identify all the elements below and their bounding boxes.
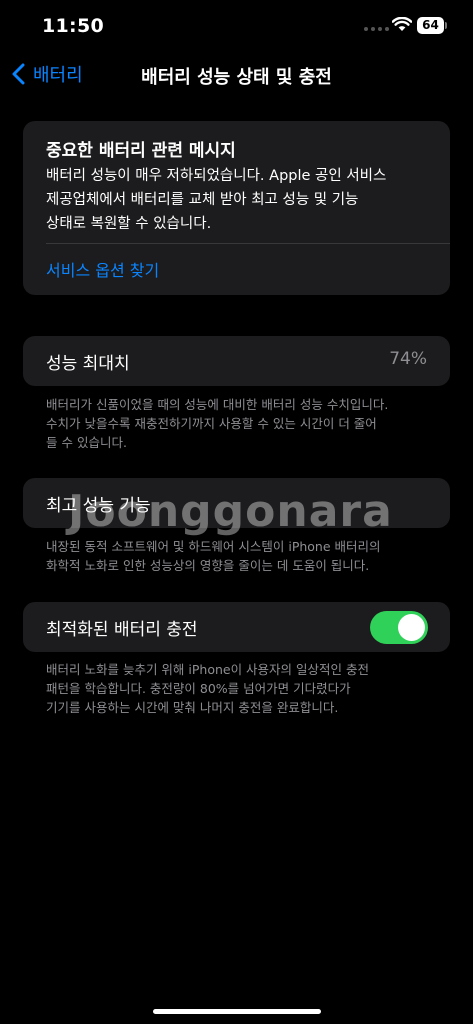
page-title: 배터리 성능 상태 및 충전 xyxy=(141,67,332,88)
cellular-signal-icon xyxy=(364,27,389,31)
optimized-charging-footnote: 배터리 노화를 늦추기 위해 iPhone이 사용자의 일상적인 충전 패턴을 … xyxy=(46,662,370,715)
message-title: 중요한 배터리 관련 메시지 xyxy=(46,141,236,161)
battery-cap xyxy=(445,22,447,29)
navigation-bar: 배터리 배터리 성능 상태 및 충전 xyxy=(0,56,473,96)
maximum-capacity-value: 74% xyxy=(389,349,427,369)
maximum-capacity-row: 성능 최대치 74% xyxy=(23,336,450,386)
battery-message-card: 중요한 배터리 관련 메시지 배터리 성능이 매우 저하되었습니다. Apple… xyxy=(23,121,450,295)
status-time: 11:50 xyxy=(42,15,104,37)
home-indicator[interactable] xyxy=(153,1009,321,1014)
peak-performance-footnote: 내장된 동적 소프트웨어 및 하드웨어 시스템이 iPhone 배터리의 화학적… xyxy=(46,539,381,573)
maximum-capacity-footnote: 배터리가 신품이었을 때의 성능에 대비한 배터리 성능 수치입니다. 수치가 … xyxy=(46,397,389,450)
status-bar: 11:50 64 xyxy=(0,0,473,50)
find-service-options-link[interactable]: 서비스 옵션 찾기 xyxy=(46,257,159,281)
wifi-icon xyxy=(392,17,412,31)
optimized-charging-row: 최적화된 배터리 충전 xyxy=(23,602,450,652)
maximum-capacity-label: 성능 최대치 xyxy=(46,354,130,374)
watermark-logo: Joonggonara xyxy=(68,486,393,537)
message-body: 배터리 성능이 매우 저하되었습니다. Apple 공인 서비스 제공업체에서 … xyxy=(46,168,387,232)
optimized-charging-label: 최적화된 배터리 충전 xyxy=(46,620,198,640)
divider xyxy=(46,243,450,244)
battery-icon: 64 xyxy=(417,17,444,34)
toggle-knob xyxy=(398,614,425,641)
optimized-charging-toggle[interactable] xyxy=(370,611,428,644)
